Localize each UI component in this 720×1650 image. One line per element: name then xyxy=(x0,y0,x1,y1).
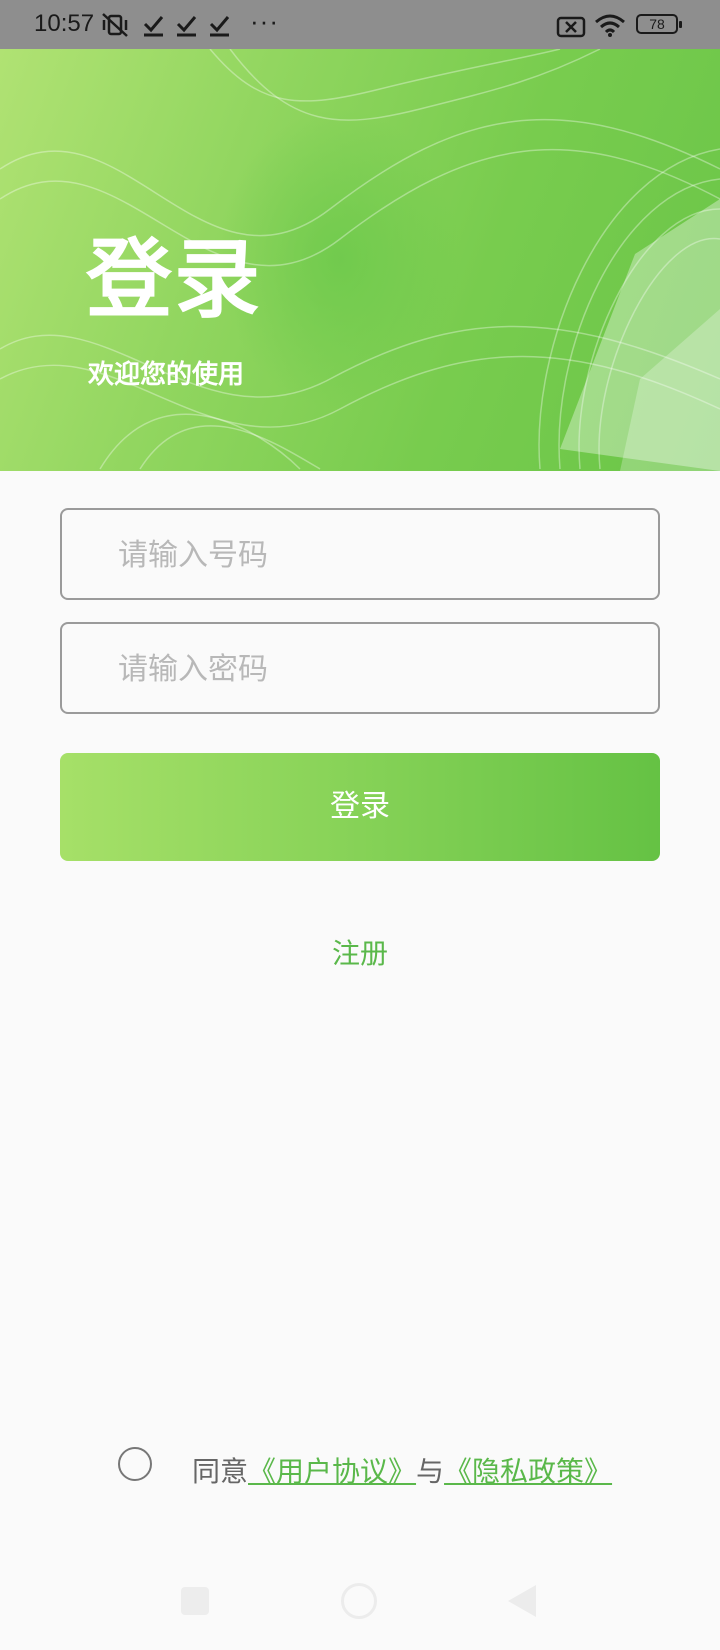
agreement-connector: 与 xyxy=(416,1455,445,1488)
page-title: 登录 xyxy=(86,230,262,330)
check-icon xyxy=(143,16,164,37)
password-field[interactable] xyxy=(60,622,660,714)
agreement-checkbox[interactable] xyxy=(118,1447,152,1481)
page-subtitle: 欢迎您的使用 xyxy=(88,360,245,390)
status-time: 10:57 xyxy=(34,10,95,37)
check-icon xyxy=(209,16,230,37)
password-input[interactable] xyxy=(116,624,640,714)
login-button[interactable]: 登录 xyxy=(60,753,660,861)
phone-input[interactable] xyxy=(116,510,640,600)
agreement-text: 同意《用户协议》与《隐私政策》 xyxy=(192,1450,612,1490)
header-banner: 登录 欢迎您的使用 xyxy=(0,49,720,471)
register-link[interactable]: 注册 xyxy=(0,932,720,972)
more-notifications-icon: ··· xyxy=(250,6,279,36)
battery-icon: 78 xyxy=(636,14,682,34)
home-button[interactable] xyxy=(341,1583,377,1619)
sim-off-icon xyxy=(556,16,586,38)
wifi-icon xyxy=(595,14,625,37)
user-agreement-link[interactable]: 《用户协议》 xyxy=(248,1455,416,1488)
recents-button[interactable] xyxy=(181,1587,209,1615)
back-button[interactable] xyxy=(508,1585,536,1617)
check-icon xyxy=(176,16,197,37)
phone-field[interactable] xyxy=(60,508,660,600)
vibrate-off-icon xyxy=(102,13,128,37)
status-bar: 10:57 ··· 78 xyxy=(0,0,720,49)
agreement-prefix: 同意 xyxy=(192,1455,249,1488)
privacy-policy-link[interactable]: 《隐私政策》 xyxy=(444,1455,612,1488)
